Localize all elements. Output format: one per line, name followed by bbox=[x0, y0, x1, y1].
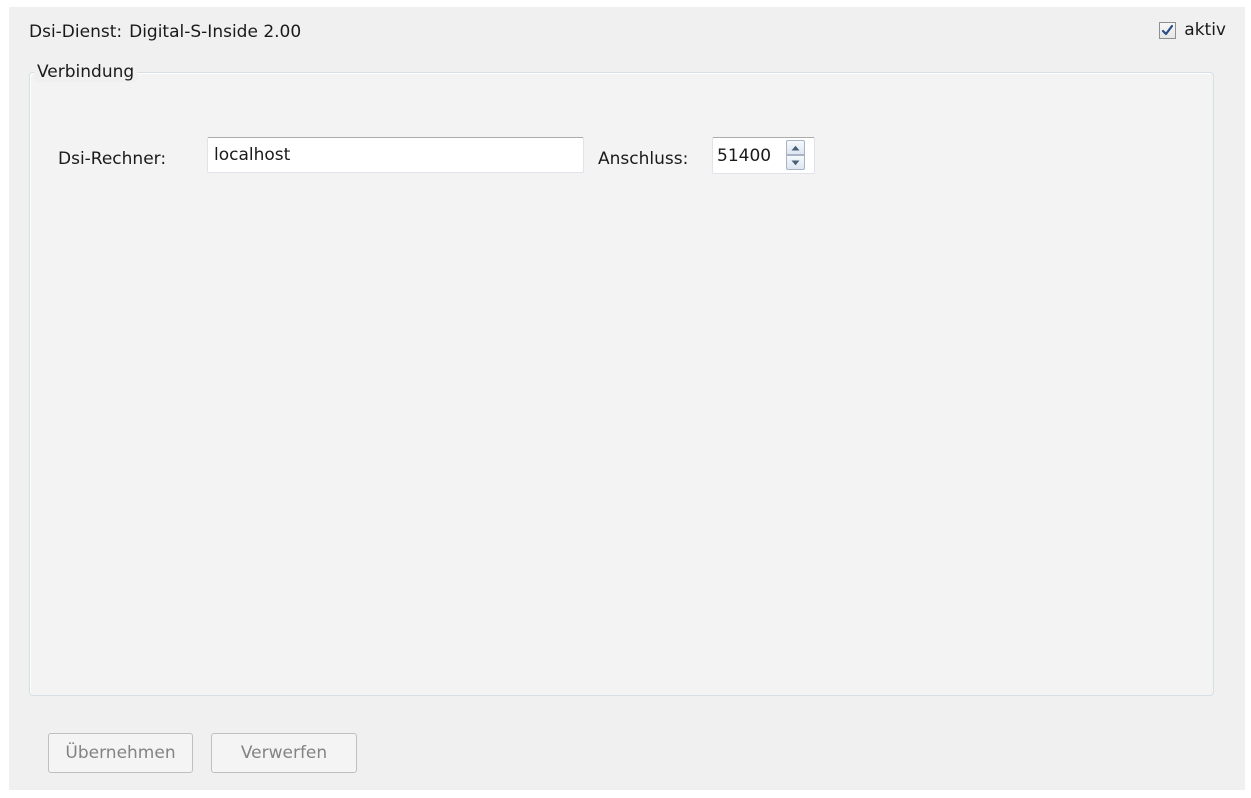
active-checkbox[interactable] bbox=[1159, 21, 1177, 39]
active-toggle[interactable]: aktiv bbox=[1159, 20, 1226, 40]
port-spinner bbox=[712, 137, 815, 174]
service-label: Dsi-Dienst: bbox=[29, 22, 123, 42]
connection-group-title: Verbindung bbox=[34, 62, 138, 82]
host-input[interactable] bbox=[207, 137, 584, 173]
port-label: Anschluss: bbox=[598, 149, 689, 169]
active-label: aktiv bbox=[1184, 20, 1226, 40]
discard-button[interactable]: Verwerfen bbox=[211, 733, 357, 773]
service-name: Digital-S-Inside 2.00 bbox=[129, 22, 302, 42]
port-decrement-button[interactable] bbox=[786, 155, 805, 170]
port-increment-button[interactable] bbox=[786, 140, 805, 155]
apply-button[interactable]: Übernehmen bbox=[48, 733, 193, 773]
host-label: Dsi-Rechner: bbox=[58, 149, 167, 169]
checkmark-icon bbox=[1162, 24, 1174, 35]
arrow-down-icon bbox=[791, 160, 800, 165]
arrow-up-icon bbox=[791, 145, 800, 150]
connection-group: Verbindung Dsi-Rechner: Anschluss: bbox=[29, 62, 1214, 696]
port-input[interactable] bbox=[717, 138, 785, 173]
service-info: Dsi-Dienst: Digital-S-Inside 2.00 bbox=[29, 22, 301, 42]
settings-panel: Dsi-Dienst: Digital-S-Inside 2.00 aktiv … bbox=[9, 7, 1245, 790]
